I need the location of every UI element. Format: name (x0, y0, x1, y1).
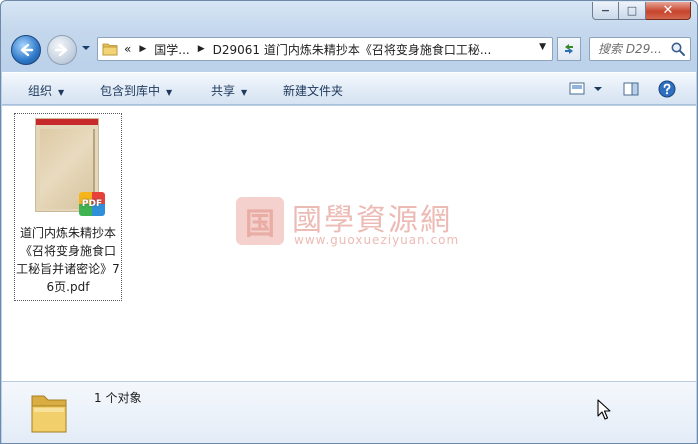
share-label: 共享 (211, 84, 236, 98)
minimize-button[interactable]: − (592, 2, 619, 20)
item-count: 1 个对象 (94, 391, 142, 405)
change-view-button[interactable] (568, 80, 604, 98)
breadcrumb-item-current-folder[interactable]: D29061 道门内炼朱精抄本《召将变身施食口工秘... (213, 41, 492, 58)
share-menu[interactable]: 共享 ▼ (211, 82, 247, 99)
preview-pane-icon (623, 82, 639, 96)
file-item-pdf[interactable]: PDF 道门内炼朱精抄本《召将变身施食口工秘旨并诸密论》76页.pdf (14, 113, 122, 301)
breadcrumb-item-guoxue[interactable]: 国学... (154, 41, 189, 58)
pdf-icon: PDF (79, 192, 105, 216)
maximize-button[interactable]: □ (619, 2, 646, 20)
new-folder-button[interactable]: 新建文件夹 (283, 82, 343, 99)
search-input[interactable] (598, 42, 672, 56)
chevron-down-icon (82, 46, 90, 50)
include-library-label: 包含到库中 (100, 84, 161, 98)
help-button[interactable] (658, 80, 676, 98)
window-controls: − □ ✕ (592, 2, 691, 20)
watermark-url: www.guoxueziyuan.com (294, 233, 460, 247)
address-bar[interactable]: « ▶ 国学... ▶ D29061 道门内炼朱精抄本《召将变身施食口工秘...… (97, 37, 553, 61)
thumbnail-red-band (36, 119, 98, 125)
folder-icon (102, 43, 118, 56)
close-button[interactable]: ✕ (646, 2, 691, 20)
chevron-down-icon: ▼ (166, 88, 173, 97)
view-icon (569, 82, 602, 95)
arrow-right-icon (54, 43, 68, 57)
forward-button[interactable] (47, 35, 77, 65)
chevron-down-icon: ▼ (241, 88, 248, 97)
help-icon (658, 80, 676, 98)
breadcrumb-overflow[interactable]: « (124, 42, 131, 56)
recent-pages-dropdown[interactable] (81, 43, 93, 55)
seal-icon: 国 (236, 197, 284, 245)
back-button[interactable] (11, 35, 41, 65)
pdf-badge-label: PDF (81, 199, 103, 209)
address-dropdown-icon[interactable]: ▼ (539, 42, 546, 52)
search-box[interactable] (589, 37, 691, 61)
watermark-logo: 国 國學資源網 www.guoxueziyuan.com (236, 197, 466, 251)
explorer-window: − □ ✕ « ▶ 国学... ▶ D29061 道门内炼朱精抄本《召将变身施食… (0, 0, 698, 444)
preview-pane-button[interactable] (622, 80, 640, 98)
command-toolbar: 组织 ▼ 包含到库中 ▼ 共享 ▼ 新建文件夹 (2, 72, 696, 105)
arrow-left-icon (20, 43, 34, 57)
include-in-library-menu[interactable]: 包含到库中 ▼ (100, 82, 172, 99)
refresh-icon (565, 44, 573, 54)
organize-menu[interactable]: 组织 ▼ (28, 82, 64, 99)
folder-icon (31, 395, 67, 433)
details-pane: 1 个对象 (2, 381, 696, 443)
file-list-area[interactable]: PDF 道门内炼朱精抄本《召将变身施食口工秘旨并诸密论》76页.pdf 国 國學… (2, 106, 696, 381)
navigation-bar: « ▶ 国学... ▶ D29061 道门内炼朱精抄本《召将变身施食口工秘...… (9, 33, 693, 67)
file-name: 道门内炼朱精抄本《召将变身施食口工秘旨并诸密论》76页.pdf (16, 226, 120, 294)
organize-label: 组织 (28, 84, 53, 98)
refresh-button[interactable] (557, 37, 581, 61)
breadcrumb-separator-icon[interactable]: ▶ (198, 44, 205, 54)
breadcrumb-separator-icon[interactable]: ▶ (139, 44, 146, 54)
mouse-cursor-icon (597, 399, 611, 420)
search-icon[interactable] (670, 41, 686, 57)
chevron-down-icon: ▼ (58, 88, 65, 97)
